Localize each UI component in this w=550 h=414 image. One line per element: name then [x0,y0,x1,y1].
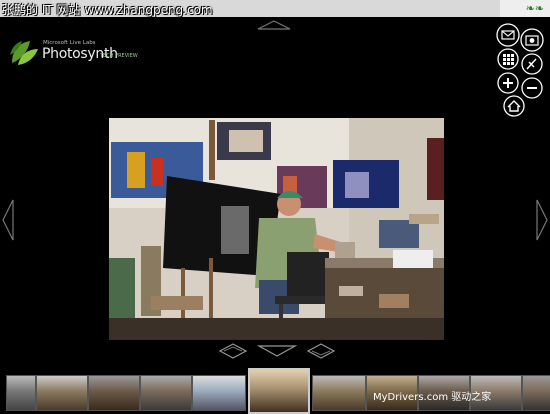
thumbnail-selected[interactable] [248,368,310,414]
grid-view-button[interactable] [497,48,519,70]
grid-icon [503,54,514,65]
thumbnail[interactable] [36,375,88,411]
credit-site: MyDrivers.com [373,392,449,403]
nav-left-arrow-icon[interactable] [2,199,14,241]
nav-up-arrow-icon[interactable] [256,20,292,30]
watermark-text: 张鹏的 IT 网站 www.zhangpeng.com [2,3,213,17]
leaf-icon: ❧❧ [525,2,544,15]
leaf-logo-icon [10,41,38,65]
thumbnail[interactable] [140,375,192,411]
thumbnail[interactable] [6,375,36,411]
zoom-in-button[interactable] [497,72,519,94]
credit-cn: 驱动之家 [451,392,492,403]
orbit-right-icon[interactable] [306,341,336,359]
control-cluster [496,23,544,117]
title-bar: 张鹏的 IT 网站 www.zhangpeng.com ❧❧ [0,0,550,17]
main-photo[interactable] [109,118,444,340]
thumbnail[interactable] [522,375,550,411]
thumbnail[interactable] [88,375,140,411]
thumbnail[interactable] [192,375,246,411]
site-logo: ❧❧ [500,0,550,17]
nav-right-arrow-icon[interactable] [536,199,548,241]
photosynth-viewer[interactable]: Microsoft Live Labs Photosynth TECH PREV… [0,17,550,363]
thumbnail[interactable] [312,375,366,411]
camera-button[interactable] [520,28,544,52]
orbit-left-icon[interactable] [218,341,248,359]
home-button[interactable] [503,95,525,117]
email-button[interactable] [496,23,520,47]
brand-tag: TECH PREVIEW [100,53,138,59]
nav-down-arrow-icon[interactable] [257,345,297,357]
photosynth-brand: Microsoft Live Labs Photosynth TECH PREV… [8,37,148,71]
credit-watermark: MyDrivers.com 驱动之家 [373,388,491,403]
overhead-view-button[interactable] [521,53,543,75]
zoom-out-button[interactable] [521,77,543,99]
